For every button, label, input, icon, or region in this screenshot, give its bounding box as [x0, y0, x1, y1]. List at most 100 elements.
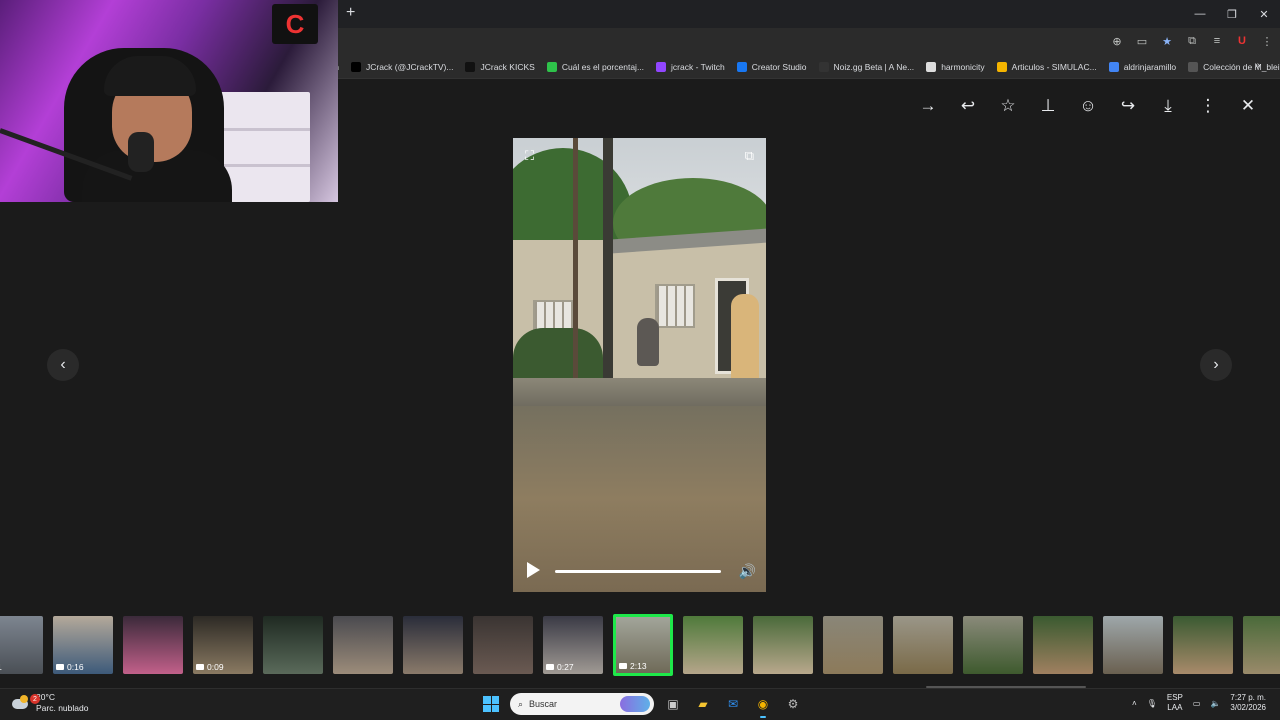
star-icon[interactable]: ☆	[994, 92, 1022, 120]
chrome-icon[interactable]: ◉	[752, 693, 774, 718]
thumbnail[interactable]	[753, 616, 813, 674]
bookmark-label: Noiz.gg Beta | A Ne...	[833, 62, 915, 72]
weather-widget[interactable]: 2 20°C Parc. nublado	[12, 692, 88, 714]
thumbnail[interactable]	[1173, 616, 1233, 674]
video-progress-bar[interactable]	[555, 570, 721, 573]
taskbar-apps: ⌕ Buscar ▣ ▰ ✉ ◉ ⚙	[480, 693, 804, 718]
reply-icon[interactable]: ↩	[954, 92, 982, 120]
volume-icon[interactable]: 🔊	[739, 563, 756, 580]
close-window-button[interactable]: ✕	[1248, 0, 1280, 28]
play-icon[interactable]	[527, 562, 540, 578]
weather-description: Parc. nublado	[36, 703, 89, 713]
thumbnail-selected[interactable]: 2:13	[613, 614, 673, 676]
thumbnail[interactable]	[1243, 616, 1280, 674]
bookmark-label: Colección de M_blei...	[1203, 62, 1280, 72]
thumbnail[interactable]: 3:11	[0, 616, 43, 674]
more-options-icon[interactable]: ⋮	[1194, 92, 1222, 120]
thumbnail[interactable]: 0:09	[193, 616, 253, 674]
bookmark-star-icon[interactable]: ★	[1160, 33, 1174, 49]
doc-icon	[546, 62, 557, 72]
network-icon[interactable]: ▭	[1193, 699, 1201, 708]
noiz-icon	[818, 62, 829, 72]
bookmark-label: harmonicity	[941, 62, 985, 72]
bookmarks-list: chJCrack (@JCrackTV)...JCrack KICKSCuál …	[330, 55, 1280, 79]
screen: + — ❐ ✕ ⊕ ▭ ★ ⧉ ≡ U ⋮ chJCrack (@JCrackT…	[0, 0, 1280, 720]
outlook-icon[interactable]: ✉	[722, 693, 744, 715]
menu-icon[interactable]: ⋮	[1260, 33, 1274, 49]
thumbnail[interactable]	[403, 616, 463, 674]
cast-icon[interactable]: ▭	[1135, 33, 1149, 49]
language-indicator[interactable]: ESP LAA	[1167, 693, 1183, 713]
webcam-logo-sign: C	[272, 4, 318, 44]
clock-date: 3/02/2026	[1230, 703, 1266, 712]
close-icon[interactable]: ✕	[1234, 92, 1262, 120]
video-player[interactable]: ⛶ ⧉ 🔊	[513, 138, 766, 592]
video-person-standing	[731, 294, 759, 390]
jcrack-icon	[465, 62, 476, 72]
thumbnail-duration: 0:09	[196, 662, 224, 672]
thumbnail[interactable]	[893, 616, 953, 674]
thumbnail[interactable]	[333, 616, 393, 674]
thumbnail[interactable]	[823, 616, 883, 674]
thumbnail[interactable]	[123, 616, 183, 674]
bookmark-label: JCrack KICKS	[480, 62, 535, 72]
facebook-icon	[736, 62, 747, 72]
minimize-button[interactable]: —	[1184, 0, 1216, 28]
chevron-up-icon[interactable]: ˄	[1132, 699, 1137, 708]
thumbnail[interactable]	[1033, 616, 1093, 674]
bookmark-item[interactable]: aldrinjaramillo	[1108, 62, 1176, 72]
bookmark-item[interactable]: Creator Studio	[736, 62, 807, 72]
drive-icon	[996, 62, 1007, 72]
video-camera-icon	[196, 664, 204, 670]
twitch-icon	[656, 62, 667, 72]
previous-media-button[interactable]: ‹	[47, 349, 79, 381]
thumbnail-duration: 0:27	[546, 662, 574, 672]
thumbnail[interactable]	[683, 616, 743, 674]
thumbnail[interactable]	[473, 616, 533, 674]
emoji-icon[interactable]: ☺	[1074, 92, 1102, 120]
picture-in-picture-icon[interactable]: ⧉	[745, 148, 754, 164]
thumbnail[interactable]: 0:16	[53, 616, 113, 674]
bookmarks-overflow-button[interactable]: »	[1254, 60, 1260, 71]
new-tab-button[interactable]: +	[346, 5, 355, 21]
thumbnail[interactable]	[263, 616, 323, 674]
taskbar-search[interactable]: ⌕ Buscar	[510, 693, 654, 715]
zoom-icon[interactable]: ⊕	[1110, 33, 1124, 49]
media-icon[interactable]: ≡	[1210, 33, 1224, 49]
bookmark-item[interactable]: jcrack - Twitch	[656, 62, 725, 72]
forward-arrow-icon[interactable]: →	[914, 92, 942, 120]
bookmark-item[interactable]: Colección de M_blei...	[1188, 62, 1280, 72]
bookmark-item[interactable]: harmonicity	[926, 62, 985, 72]
task-view-icon[interactable]: ▣	[662, 693, 684, 715]
extensions-icon[interactable]: ⧉	[1185, 33, 1199, 49]
fullscreen-icon[interactable]: ⛶	[525, 148, 534, 164]
language-code: ESP	[1166, 693, 1183, 702]
thumbnail-duration: 2:13	[619, 661, 647, 671]
thumbnail-duration: 0:16	[56, 662, 84, 672]
maximize-button[interactable]: ❐	[1216, 0, 1248, 28]
bookmark-item[interactable]: Articulos - SIMULAC...	[996, 62, 1097, 72]
bookmark-item[interactable]: Noiz.gg Beta | A Ne...	[818, 62, 915, 72]
window-controls: — ❐ ✕	[1184, 0, 1280, 28]
bookmark-label: Articulos - SIMULAC...	[1011, 62, 1097, 72]
thumbnail[interactable]	[1103, 616, 1163, 674]
search-highlight-image	[620, 696, 650, 712]
share-forward-icon[interactable]: ↪	[1114, 92, 1142, 120]
thumbnail[interactable]	[963, 616, 1023, 674]
file-explorer-icon[interactable]: ▰	[692, 693, 714, 715]
next-media-button[interactable]: ›	[1200, 349, 1232, 381]
bookmark-item[interactable]: JCrack (@JCrackTV)...	[350, 62, 453, 72]
download-icon[interactable]: ⤓	[1154, 92, 1182, 120]
profile-icon[interactable]: U	[1235, 33, 1249, 49]
clock[interactable]: 7:27 p. m. 3/02/2026	[1230, 693, 1266, 713]
mic-icon[interactable]: 🎙	[1147, 699, 1157, 708]
app-icon[interactable]: ⚙	[782, 693, 804, 715]
thumbnail[interactable]: 0:27	[543, 616, 603, 674]
bookmark-item[interactable]: Cuál es el porcentaj...	[546, 62, 644, 72]
volume-icon[interactable]: 🔈	[1210, 699, 1220, 708]
windows-start-icon[interactable]	[480, 693, 502, 715]
pin-icon[interactable]: ⊥	[1034, 92, 1062, 120]
duration-label: 3:11	[0, 662, 2, 672]
omnibar-icons: ⊕ ▭ ★ ⧉ ≡ U ⋮	[1110, 33, 1274, 49]
bookmark-item[interactable]: JCrack KICKS	[465, 62, 535, 72]
